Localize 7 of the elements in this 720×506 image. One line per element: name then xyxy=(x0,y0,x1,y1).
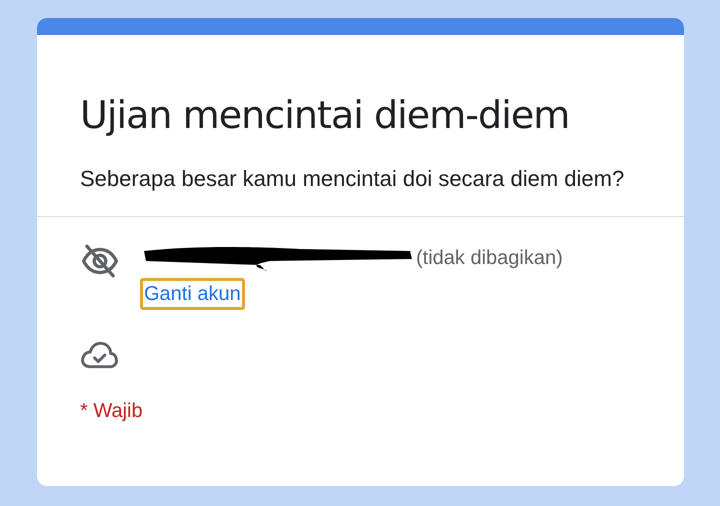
switch-account-link[interactable]: Ganti akun xyxy=(140,278,245,310)
form-title: Ujian mencintai diem-diem xyxy=(80,93,570,137)
required-note: * Wajib xyxy=(80,399,144,424)
eye-slash-icon xyxy=(80,243,120,279)
privacy-note: (tidak dibagikan) xyxy=(416,246,563,271)
form-description: Seberapa besar kamu mencintai doi secara diem diem? xyxy=(80,165,626,193)
cloud-check-icon xyxy=(80,340,118,370)
